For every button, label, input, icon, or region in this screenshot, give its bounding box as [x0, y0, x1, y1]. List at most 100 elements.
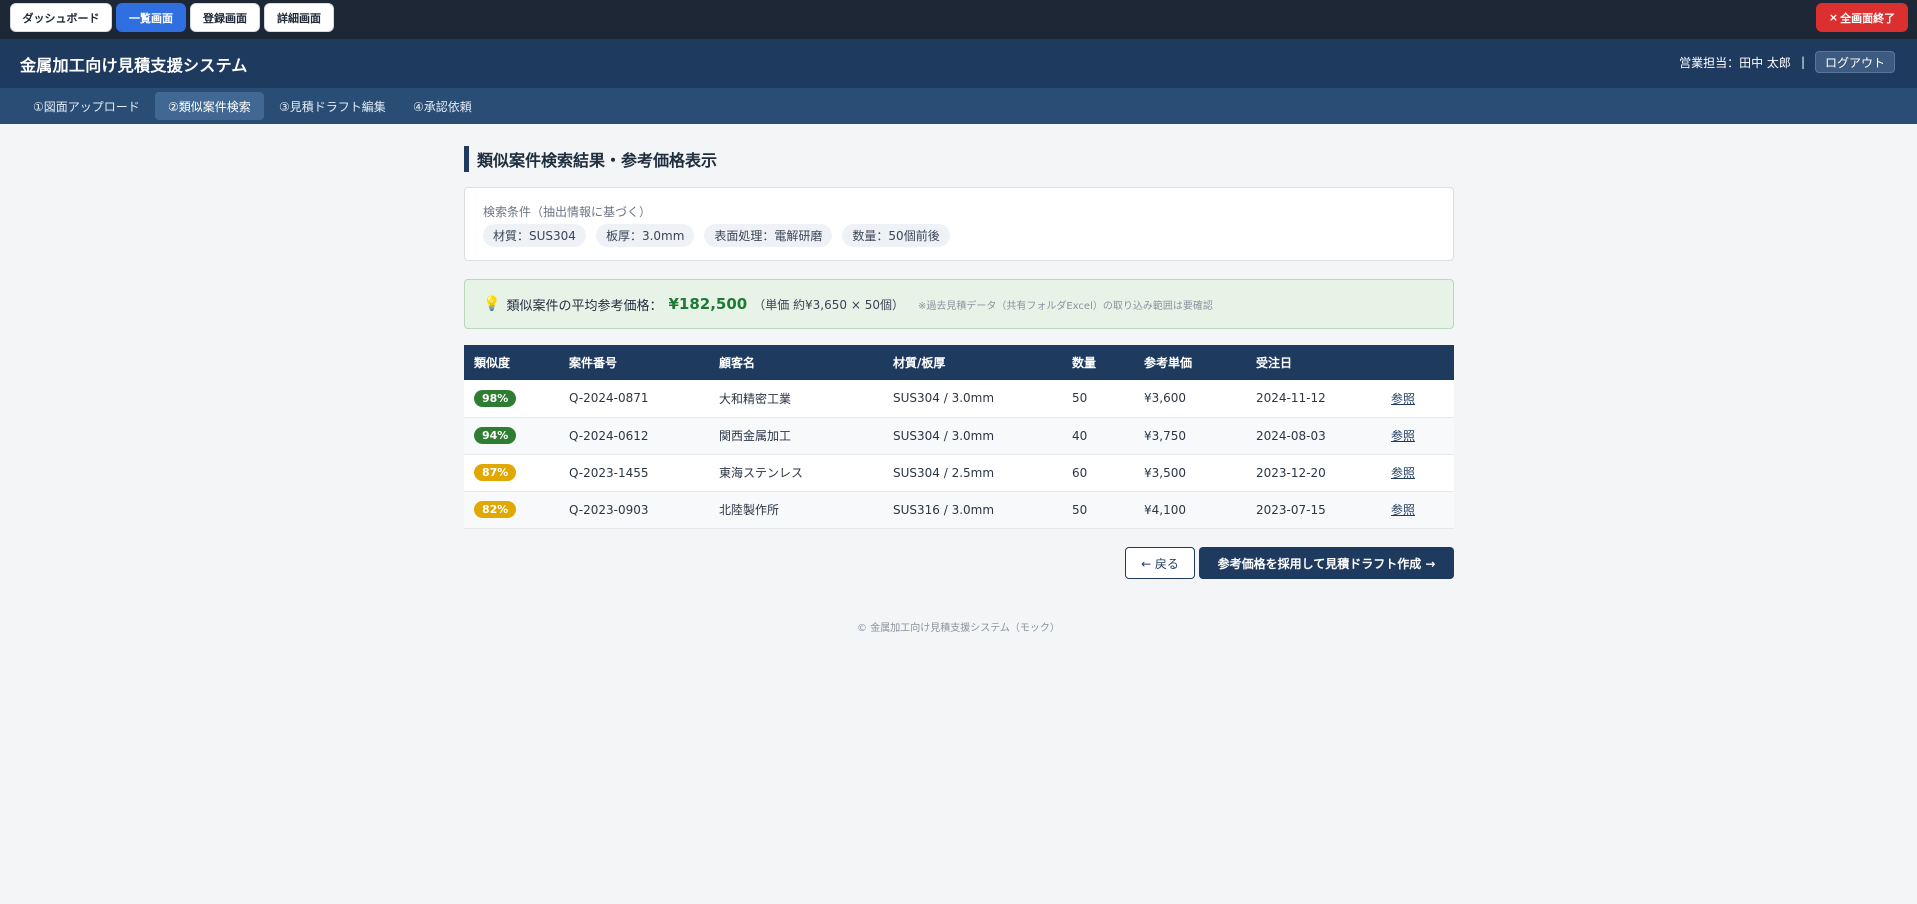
material-cell: SUS304 / 2.5mm	[893, 465, 995, 480]
order-date-cell: 2023-07-15	[1256, 502, 1326, 517]
col-quantity: 数量	[1062, 345, 1134, 380]
table-cell: ¥3,500	[1134, 454, 1246, 492]
exit-fullscreen-label: 全画面終了	[1840, 11, 1896, 25]
search-conditions-panel: 検索条件（抽出情報に基づく） 材質：SUS304 板厚：3.0mm 表面処理：電…	[464, 187, 1454, 261]
customer-cell: 関西金属加工	[719, 429, 792, 443]
order-date-cell: 2023-12-20	[1256, 465, 1326, 480]
chip-material: 材質：SUS304	[483, 224, 586, 247]
switch-detail-button[interactable]: 詳細画面	[264, 3, 334, 32]
step-upload[interactable]: ①図面アップロード	[20, 92, 153, 120]
table-cell: 50	[1062, 380, 1134, 418]
table-cell: Q-2024-0871	[559, 380, 709, 418]
table-cell: 参照	[1381, 380, 1454, 418]
table-cell: 2024-11-12	[1246, 380, 1381, 418]
table-cell: 98%	[464, 380, 559, 418]
condition-chips: 材質：SUS304 板厚：3.0mm 表面処理：電解研磨 数量：50個前後	[483, 224, 950, 247]
table-cell: 87%	[464, 454, 559, 492]
table-cell: Q-2024-0612	[559, 417, 709, 455]
col-material: 材質/板厚	[883, 345, 1062, 380]
table-cell: Q-2023-1455	[559, 454, 709, 492]
table-cell: ¥3,600	[1134, 380, 1246, 418]
customer-cell: 東海ステンレス	[719, 466, 804, 480]
app-header: 金属加工向け見積支援システム 営業担当：田中 太郎 | ログアウト	[0, 39, 1917, 88]
average-detail: （単価 約¥3,650 × 50個）	[753, 297, 904, 312]
col-action	[1381, 345, 1454, 380]
average-label: 類似案件の平均参考価格：	[506, 298, 663, 314]
adopt-price-create-draft-button[interactable]: 参考価格を採用して見積ドラフト作成 →	[1199, 547, 1454, 579]
switch-list-button[interactable]: 一覧画面	[116, 3, 186, 32]
unit-price-cell: ¥3,600	[1144, 391, 1186, 406]
table-cell: ¥3,750	[1134, 417, 1246, 455]
step-similar-search[interactable]: ②類似案件検索	[155, 92, 264, 120]
case-number-cell: Q-2023-1455	[569, 465, 649, 480]
similarity-badge: 82%	[474, 501, 517, 518]
reference-link[interactable]: 参照	[1391, 466, 1415, 480]
chip-quantity: 数量：50個前後	[842, 224, 950, 247]
logout-button[interactable]: ログアウト	[1814, 51, 1895, 73]
table-row: 94% Q-2024-0612 関西金属加工 SUS304 / 3.0mm 40 ¥3,7…	[464, 417, 1454, 455]
conditions-label: 検索条件（抽出情報に基づく）	[483, 205, 652, 219]
case-number-cell: Q-2024-0612	[569, 428, 649, 443]
material-cell: SUS316 / 3.0mm	[893, 502, 995, 517]
table-cell: SUS304 / 2.5mm	[883, 454, 1062, 492]
col-similarity: 類似度	[464, 345, 559, 380]
switch-register-button[interactable]: 登録画面	[190, 3, 260, 32]
app-title: 金属加工向け見積支援システム	[20, 56, 248, 75]
order-date-cell: 2024-08-03	[1256, 428, 1326, 443]
average-value: ¥182,500	[668, 295, 748, 313]
case-number-cell: Q-2024-0871	[569, 391, 649, 406]
table-cell: 東海ステンレス	[709, 454, 883, 492]
similarity-badge: 94%	[474, 427, 517, 444]
table-row: 82% Q-2023-0903 北陸製作所 SUS316 / 3.0mm 50 ¥4,10…	[464, 491, 1454, 529]
col-order-date: 受注日	[1246, 345, 1381, 380]
table-header-row: 類似度 案件番号 顧客名 材質/板厚 数量 参考単価 受注日	[464, 345, 1454, 380]
reference-link[interactable]: 参照	[1391, 392, 1415, 406]
table-cell: Q-2023-0903	[559, 491, 709, 529]
footer-copyright: © 金属加工向け見積支援システム（モック）	[857, 623, 1060, 634]
quantity-cell: 40	[1072, 428, 1088, 443]
close-icon: ×	[1828, 11, 1839, 24]
quantity-cell: 50	[1072, 502, 1088, 517]
table-cell: SUS304 / 3.0mm	[883, 380, 1062, 418]
table-cell: 2023-07-15	[1246, 491, 1381, 529]
back-button[interactable]: ← 戻る	[1125, 547, 1195, 579]
step-nav: ①図面アップロード ②類似案件検索 ③見積ドラフト編集 ④承認依頼	[0, 88, 1917, 124]
reference-link[interactable]: 参照	[1391, 503, 1415, 517]
unit-price-cell: ¥3,750	[1144, 428, 1186, 443]
average-note: ※過去見積データ（共有フォルダExcel）の取り込み範囲は要確認	[917, 300, 1213, 312]
table-cell: 参照	[1381, 454, 1454, 492]
user-area: 営業担当：田中 太郎 | ログアウト	[1679, 51, 1895, 73]
customer-cell: 北陸製作所	[719, 503, 780, 517]
step-draft-edit[interactable]: ③見積ドラフト編集	[266, 92, 399, 120]
col-case-no: 案件番号	[559, 345, 709, 380]
unit-price-cell: ¥4,100	[1144, 502, 1186, 517]
table-cell: 大和精密工業	[709, 380, 883, 418]
step-approval[interactable]: ④承認依頼	[400, 92, 485, 120]
col-unit-price: 参考単価	[1134, 345, 1246, 380]
exit-fullscreen-button[interactable]: × 全画面終了	[1816, 3, 1908, 32]
chip-surface: 表面処理：電解研磨	[704, 224, 833, 247]
similarity-badge: 87%	[474, 464, 517, 481]
user-separator: |	[1800, 55, 1805, 69]
unit-price-cell: ¥3,500	[1144, 465, 1186, 480]
table-cell: SUS316 / 3.0mm	[883, 491, 1062, 529]
quantity-cell: 60	[1072, 465, 1088, 480]
table-cell: 82%	[464, 491, 559, 529]
similarity-badge: 98%	[474, 389, 517, 407]
user-label: 営業担当：田中 太郎	[1679, 55, 1791, 70]
table-cell: 94%	[464, 417, 559, 455]
material-cell: SUS304 / 3.0mm	[893, 428, 995, 443]
page-title: 類似案件検索結果・参考価格表示	[464, 146, 717, 172]
screen-switcher-bar: ダッシュボード 一覧画面 登録画面 詳細画面 × 全画面終了	[0, 0, 1917, 39]
table-row: 98% Q-2024-0871 大和精密工業 SUS304 / 3.0mm 50 ¥3,6…	[464, 380, 1454, 418]
table-cell: 2023-12-20	[1246, 454, 1381, 492]
chip-thickness: 板厚：3.0mm	[595, 224, 695, 247]
quantity-cell: 50	[1072, 391, 1088, 406]
table-cell: 参照	[1381, 491, 1454, 529]
material-cell: SUS304 / 3.0mm	[893, 391, 995, 406]
reference-link[interactable]: 参照	[1391, 429, 1415, 443]
col-customer: 顧客名	[709, 345, 883, 380]
case-number-cell: Q-2023-0903	[569, 502, 649, 517]
table-cell: 50	[1062, 491, 1134, 529]
switch-dashboard-button[interactable]: ダッシュボード	[10, 3, 112, 32]
